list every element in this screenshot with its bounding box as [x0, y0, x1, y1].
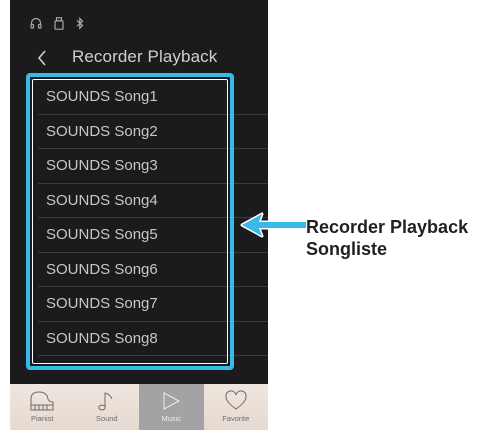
heart-icon: [225, 390, 247, 410]
callout-label: Recorder Playback Songliste: [306, 216, 468, 260]
callout-line1: Recorder Playback: [306, 217, 469, 237]
headphones-icon: [30, 17, 42, 29]
tab-label: Favorite: [222, 414, 250, 423]
tab-label: Music: [161, 414, 182, 423]
bottom-tab-bar: Pianist Sound Music Favorite: [10, 384, 268, 430]
music-note-icon: [98, 392, 113, 411]
chevron-left-icon: [37, 50, 46, 66]
page-title: Recorder Playback: [72, 47, 218, 66]
tab-label: Pianist: [30, 414, 54, 423]
play-icon: [163, 392, 181, 410]
tab-music[interactable]: Music: [139, 384, 204, 430]
back-button[interactable]: [32, 46, 52, 70]
tab-favorite[interactable]: Favorite: [204, 384, 269, 430]
status-bar: [30, 14, 84, 32]
callout-line2: Songliste: [306, 239, 388, 259]
tab-label: Sound: [95, 414, 118, 423]
song-list-highlight: [26, 73, 234, 370]
tab-pianist[interactable]: Pianist: [10, 384, 75, 430]
header-bar: Recorder Playback: [10, 42, 268, 74]
bluetooth-icon: [76, 16, 84, 30]
piano-icon: [30, 391, 54, 411]
tab-sound[interactable]: Sound: [75, 384, 140, 430]
callout-arrow-icon: [240, 212, 308, 238]
usb-memory-icon: [54, 16, 64, 30]
